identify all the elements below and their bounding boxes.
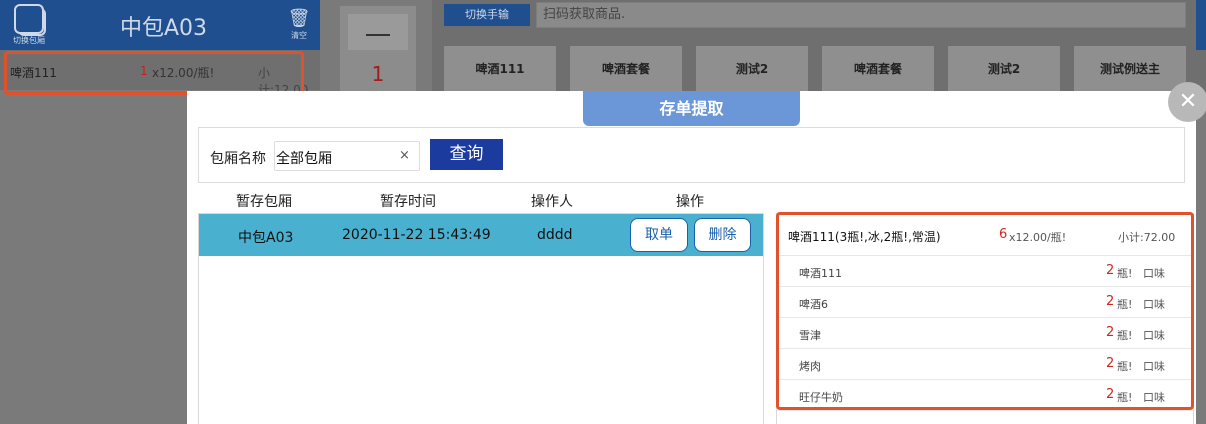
column-header-time: 暂存时间 bbox=[380, 194, 436, 210]
quantity-display: 1 bbox=[371, 62, 385, 86]
take-order-button[interactable]: 取单 bbox=[630, 218, 688, 252]
goods-button[interactable]: 啤酒111 bbox=[444, 46, 556, 92]
stored-orders-list: 中包A03 2020-11-22 15:43:49 dddd 取单 删除 bbox=[198, 213, 764, 424]
minus-button[interactable] bbox=[348, 14, 408, 50]
switch-room-button[interactable]: 切换包厢 bbox=[6, 4, 52, 46]
close-icon[interactable]: ✕ bbox=[1168, 82, 1206, 122]
highlight-box-cart bbox=[4, 51, 304, 95]
switch-room-label: 切换包厢 bbox=[13, 36, 45, 45]
row-operator: dddd bbox=[537, 227, 573, 243]
clear-icon[interactable]: × bbox=[399, 148, 410, 163]
goods-button[interactable]: 测试例送主 bbox=[1074, 46, 1186, 92]
table-row[interactable]: 中包A03 2020-11-22 15:43:49 dddd 取单 删除 bbox=[199, 214, 763, 256]
left-header: 切换包厢 中包A03 🗑 清空 bbox=[0, 0, 320, 50]
query-button[interactable]: 查询 bbox=[430, 139, 503, 170]
modal-title: 存单提取 bbox=[583, 91, 800, 126]
room-select-input[interactable]: 全部包厢 × bbox=[274, 141, 420, 171]
clear-button[interactable]: 🗑 清空 bbox=[284, 8, 314, 41]
trash-icon: 🗑 bbox=[287, 8, 311, 29]
clear-label: 清空 bbox=[291, 31, 307, 40]
scan-input[interactable]: 扫码获取商品. bbox=[536, 2, 1186, 28]
goods-button[interactable]: 啤酒套餐 bbox=[570, 46, 682, 92]
row-room: 中包A03 bbox=[238, 230, 294, 246]
room-title: 中包A03 bbox=[120, 16, 208, 41]
goods-button[interactable]: 测试2 bbox=[948, 46, 1060, 92]
column-header-operator: 操作人 bbox=[531, 194, 573, 210]
delete-button[interactable]: 删除 bbox=[694, 218, 751, 252]
switch-manual-button[interactable]: 切换手输 bbox=[444, 4, 530, 26]
goods-button[interactable]: 测试2 bbox=[696, 46, 808, 92]
column-header-room: 暂存包厢 bbox=[236, 194, 292, 210]
room-name-label: 包厢名称 bbox=[210, 151, 266, 167]
search-bar: 包厢名称 全部包厢 × 查询 bbox=[198, 127, 1185, 183]
highlight-box-detail bbox=[776, 212, 1194, 410]
column-header-action: 操作 bbox=[676, 194, 704, 210]
switch-room-icon bbox=[14, 4, 46, 36]
room-select-value: 全部包厢 bbox=[276, 151, 332, 167]
quantity-panel: 1 bbox=[340, 6, 416, 96]
row-time: 2020-11-22 15:43:49 bbox=[342, 227, 491, 243]
header-strip bbox=[1196, 0, 1206, 50]
goods-button[interactable]: 啤酒套餐 bbox=[822, 46, 934, 92]
